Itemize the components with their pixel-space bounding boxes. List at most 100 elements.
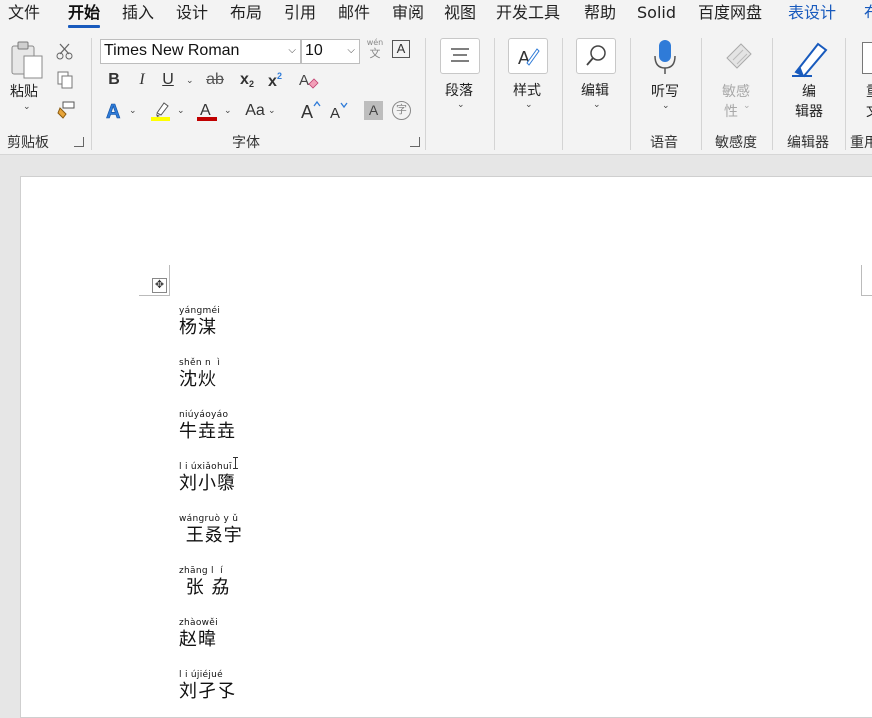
font-color-button[interactable]: A — [196, 100, 218, 122]
editing-label: 编辑 — [581, 83, 609, 99]
font-size-combo[interactable]: 10 ⌵ — [301, 39, 360, 64]
styles-button[interactable]: A — [508, 38, 548, 74]
subscript-x: x — [240, 71, 249, 88]
tab-layout[interactable]: 布局 — [230, 0, 262, 28]
character-shading-button[interactable]: A — [364, 101, 383, 120]
table-cell[interactable]: yángméi 杨湈 — [179, 306, 220, 339]
character-border-button[interactable]: A — [392, 40, 410, 58]
svg-text:A: A — [106, 101, 120, 122]
format-painter-icon — [57, 101, 75, 119]
bold-button[interactable]: B — [106, 71, 122, 89]
tab-solid[interactable]: Solid — [637, 0, 676, 28]
superscript-2-icon: 2 — [276, 71, 282, 81]
phonetic-guide-button[interactable]: wén 文 — [365, 38, 385, 64]
dictate-chevron-icon[interactable]: ⌄ — [662, 101, 670, 111]
tab-references[interactable]: 引用 — [284, 0, 316, 28]
sensitivity-icon — [726, 43, 752, 69]
highlight-chevron-icon[interactable]: ⌄ — [177, 106, 185, 116]
font-name-combo[interactable]: Times New Roman ⌵ — [100, 39, 301, 64]
sensitivity-group-label: 敏感度 — [715, 135, 757, 151]
sensitivity-button[interactable] — [721, 38, 757, 76]
font-color-icon: A — [197, 102, 217, 121]
shrink-font-icon: A — [330, 102, 348, 122]
shrink-font-button[interactable]: A — [328, 100, 350, 122]
group-divider — [701, 38, 702, 150]
microphone-icon — [654, 40, 676, 74]
tab-mailings[interactable]: 邮件 — [338, 0, 370, 28]
margin-corner-mark — [861, 265, 872, 296]
superscript-button[interactable]: x2 — [266, 71, 284, 91]
pinyin-annotation: zhàowěi — [179, 618, 218, 628]
pinyin-annotation: niúyáoyáo — [179, 410, 229, 420]
table-cell[interactable]: l i úxiǎohuī 刘小隳 — [179, 462, 236, 495]
clear-formatting-button[interactable]: A — [298, 70, 320, 90]
name-text: 沈炏 — [179, 369, 217, 390]
editing-chevron-icon[interactable]: ⌄ — [593, 100, 601, 110]
paste-dropdown-chevron-icon[interactable]: ⌄ — [23, 102, 31, 112]
highlighter-icon — [151, 102, 170, 121]
editor-label-line2: 辑器 — [795, 104, 823, 120]
tab-table-design[interactable]: 表设计 — [788, 0, 836, 28]
copy-button[interactable] — [56, 70, 74, 90]
table-cell[interactable]: shěn n ì 沈炏 — [179, 358, 220, 391]
clipboard-dialog-launcher-icon[interactable] — [74, 137, 84, 147]
table-move-handle-icon[interactable]: ✥ — [152, 278, 167, 293]
chevron-down-icon: ⌵ — [347, 45, 355, 56]
text-effects-button[interactable]: A — [104, 100, 126, 124]
tab-baidu-netdisk[interactable]: 百度网盘 — [698, 0, 762, 28]
table-cell[interactable]: zhāng l í 张 劦 — [179, 566, 230, 599]
group-divider — [494, 38, 495, 150]
clipboard-group-label: 剪贴板 — [7, 135, 49, 151]
copy-icon — [57, 71, 73, 89]
subscript-button[interactable]: x2 — [238, 71, 256, 89]
name-text: 王叒宇 — [179, 525, 243, 546]
reuse-files-icon[interactable] — [862, 42, 872, 74]
tab-review[interactable]: 审阅 — [392, 0, 424, 28]
styles-chevron-icon[interactable]: ⌄ — [525, 100, 533, 110]
paragraph-button[interactable] — [440, 38, 480, 74]
grow-font-icon: A — [301, 100, 321, 122]
tab-design[interactable]: 设计 — [176, 0, 208, 28]
change-case-button[interactable]: Aa — [242, 102, 268, 120]
enclose-characters-button[interactable]: 字 — [392, 101, 411, 120]
table-cell[interactable]: zhàowěi 赵暐 — [179, 618, 218, 651]
text-effects-chevron-icon[interactable]: ⌄ — [129, 106, 137, 116]
table-cell[interactable]: niúyáoyáo 牛垚垚 — [179, 410, 236, 443]
table-cell[interactable]: l i újiéjué 刘孑孓 — [179, 670, 236, 703]
table-cell[interactable]: wángruò y ǔ 王叒宇 — [179, 514, 243, 547]
svg-text:A: A — [301, 102, 313, 122]
strikethrough-button[interactable]: ab — [204, 71, 226, 89]
italic-button[interactable]: I — [134, 71, 150, 89]
document-page[interactable]: ✥ yángméi 杨湈 shěn n ì 沈炏 niúyáoyáo 牛垚垚 l… — [20, 176, 872, 718]
search-icon — [586, 45, 606, 66]
grow-font-button[interactable]: A — [300, 100, 322, 122]
paragraph-chevron-icon[interactable]: ⌄ — [457, 100, 465, 110]
tab-developer[interactable]: 开发工具 — [496, 0, 560, 28]
tab-view[interactable]: 视图 — [444, 0, 476, 28]
editing-button[interactable] — [576, 38, 616, 74]
tab-file[interactable]: 文件 — [8, 0, 40, 28]
subscript-2-icon: 2 — [248, 79, 254, 89]
cut-button[interactable] — [56, 42, 74, 60]
group-divider — [630, 38, 631, 150]
paste-icon — [11, 41, 43, 79]
tab-home[interactable]: 开始 — [68, 0, 101, 28]
paste-button[interactable] — [8, 40, 46, 80]
underline-button[interactable]: U — [160, 71, 176, 89]
format-painter-button[interactable] — [56, 100, 76, 120]
group-divider — [845, 38, 846, 150]
editor-button[interactable] — [788, 38, 832, 78]
highlight-color-button[interactable] — [150, 100, 172, 122]
name-text: 刘小隳 — [179, 473, 236, 494]
font-dialog-launcher-icon[interactable] — [410, 137, 420, 147]
underline-dropdown-chevron-icon[interactable]: ⌄ — [186, 76, 194, 86]
dictate-button[interactable] — [650, 38, 680, 78]
ribbon-tab-bar: 文件 开始 插入 设计 布局 引用 邮件 审阅 视图 开发工具 帮助 Solid… — [0, 0, 872, 28]
change-case-chevron-icon[interactable]: ⌄ — [268, 106, 276, 116]
group-divider — [91, 38, 92, 150]
tab-help[interactable]: 帮助 — [584, 0, 616, 28]
editor-group-label: 编辑器 — [787, 135, 829, 151]
tab-table-layout[interactable]: 布 — [864, 0, 872, 28]
font-color-chevron-icon[interactable]: ⌄ — [224, 106, 232, 116]
tab-insert[interactable]: 插入 — [122, 0, 154, 28]
